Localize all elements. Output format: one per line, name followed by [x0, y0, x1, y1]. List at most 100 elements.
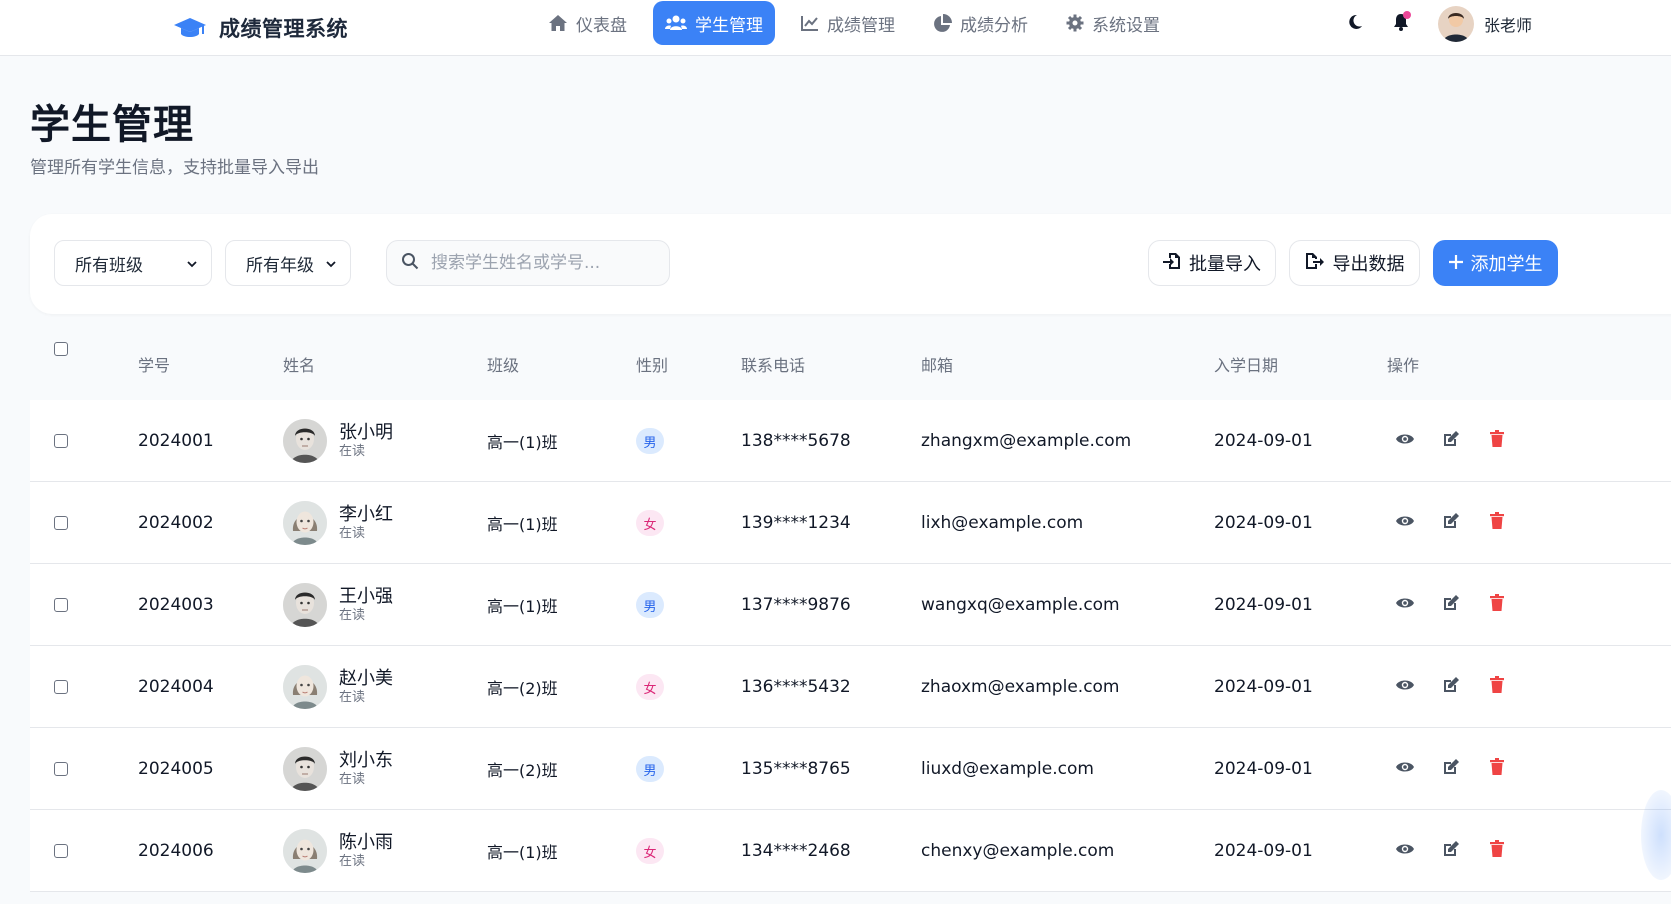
column-header-gender[interactable]: 性别 — [636, 352, 668, 376]
student-name: 刘小东 — [339, 750, 393, 771]
student-email: chenxy@example.com — [921, 841, 1115, 861]
edit-button[interactable] — [1441, 594, 1461, 615]
column-header-class[interactable]: 班级 — [487, 352, 519, 376]
avatar — [283, 747, 327, 791]
gender-cell: 男 — [636, 728, 664, 810]
view-button[interactable] — [1395, 595, 1415, 615]
edit-button[interactable] — [1441, 840, 1461, 861]
view-button[interactable] — [1395, 677, 1415, 697]
export-data-button[interactable]: 导出数据 — [1289, 240, 1420, 286]
nav-item-analysis[interactable]: 成绩分析 — [921, 1, 1040, 45]
file-import-icon — [1163, 252, 1181, 275]
column-header-id[interactable]: 学号 — [138, 352, 170, 376]
avatar — [283, 583, 327, 627]
name-block: 赵小美 在读 — [339, 668, 393, 706]
user-menu[interactable]: 张老师 — [1438, 6, 1532, 42]
view-button[interactable] — [1395, 841, 1415, 861]
row-checkbox[interactable] — [54, 762, 68, 776]
eye-icon — [1395, 677, 1415, 697]
brand[interactable]: 成绩管理系统 — [173, 10, 348, 46]
enroll-date: 2024-09-01 — [1214, 677, 1313, 697]
plus-icon — [1448, 253, 1463, 274]
gender-cell: 女 — [636, 482, 664, 564]
file-export-icon — [1305, 252, 1325, 275]
column-header-name[interactable]: 姓名 — [283, 352, 315, 376]
search-input[interactable] — [431, 253, 651, 273]
column-header-enroll-date[interactable]: 入学日期 — [1214, 352, 1278, 376]
row-checkbox[interactable] — [54, 680, 68, 694]
app-title: 成绩管理系统 — [219, 17, 348, 41]
eye-icon — [1395, 841, 1415, 861]
dark-mode-toggle[interactable] — [1340, 9, 1370, 39]
nav-item-grades[interactable]: 成绩管理 — [789, 1, 907, 45]
student-name-cell: 刘小东 在读 — [283, 728, 393, 810]
delete-button[interactable] — [1487, 676, 1507, 697]
student-email: zhaoxm@example.com — [921, 677, 1120, 697]
batch-import-button[interactable]: 批量导入 — [1148, 240, 1276, 286]
row-actions — [1395, 482, 1507, 564]
edit-button[interactable] — [1441, 430, 1461, 453]
chevron-down-icon — [187, 253, 197, 273]
student-class: 高一(1)班 — [487, 843, 558, 862]
edit-button[interactable] — [1441, 676, 1461, 699]
notifications-button[interactable] — [1386, 9, 1416, 39]
delete-button[interactable] — [1487, 758, 1507, 779]
table-row: 2024006 陈小雨 在读 高一(1)班 女 134****2468 chenxy@exa… — [30, 810, 1671, 892]
table-header: 学号 姓名 班级 性别 联系电话 邮箱 入学日期 操作 — [30, 328, 1671, 398]
student-class: 高一(2)班 — [487, 679, 558, 698]
page-subtitle: 管理所有学生信息，支持批量导入导出 — [30, 158, 319, 178]
student-name-cell: 张小明 在读 — [283, 400, 393, 482]
grade-filter-select[interactable]: 所有年级 — [225, 240, 351, 286]
page-title: 学生管理 — [30, 102, 194, 148]
row-checkbox[interactable] — [54, 516, 68, 530]
student-name-cell: 赵小美 在读 — [283, 646, 393, 728]
gender-cell: 女 — [636, 646, 664, 728]
gender-badge: 男 — [636, 592, 664, 618]
nav-item-settings[interactable]: 系统设置 — [1054, 1, 1172, 45]
batch-import-label: 批量导入 — [1189, 254, 1261, 275]
gender-cell: 女 — [636, 810, 664, 892]
row-select-cell — [54, 564, 68, 646]
delete-button[interactable] — [1487, 840, 1507, 861]
table-row: 2024001 张小明 在读 高一(1)班 男 138****5678 zhangxm@ex… — [30, 400, 1671, 482]
delete-button[interactable] — [1487, 430, 1507, 451]
select-all-checkbox[interactable] — [54, 342, 68, 356]
column-header-email[interactable]: 邮箱 — [921, 352, 953, 376]
column-header-phone[interactable]: 联系电话 — [741, 352, 805, 376]
edit-icon — [1442, 430, 1460, 453]
row-select-cell — [54, 810, 68, 892]
export-data-label: 导出数据 — [1332, 254, 1405, 275]
row-select-cell — [54, 482, 68, 564]
nav-item-students[interactable]: 学生管理 — [653, 1, 775, 45]
row-checkbox[interactable] — [54, 434, 68, 448]
add-student-button[interactable]: 添加学生 — [1433, 240, 1558, 286]
edit-button[interactable] — [1441, 512, 1461, 535]
table-row: 2024004 赵小美 在读 高一(2)班 女 136****5432 zhaoxm@exa… — [30, 646, 1671, 728]
table-row: 2024003 王小强 在读 高一(1)班 男 137****9876 wangxq@exa… — [30, 564, 1671, 646]
search-box — [386, 240, 670, 286]
student-phone: 134****2468 — [741, 841, 851, 861]
name-block: 刘小东 在读 — [339, 750, 393, 788]
nav-item-dashboard[interactable]: 仪表盘 — [536, 1, 639, 45]
main-nav: 仪表盘 学生管理 成绩管理 成绩分析 系统设置 — [536, 0, 1172, 46]
row-actions — [1395, 728, 1507, 810]
delete-button[interactable] — [1487, 512, 1507, 533]
nav-item-label: 成绩管理 — [827, 15, 895, 36]
class-filter-select[interactable]: 所有班级 — [54, 240, 212, 286]
edit-button[interactable] — [1441, 758, 1461, 779]
student-phone: 136****5432 — [741, 677, 851, 697]
edit-icon — [1442, 512, 1460, 535]
student-status: 在读 — [339, 526, 366, 541]
view-button[interactable] — [1395, 759, 1415, 779]
row-checkbox[interactable] — [54, 844, 68, 858]
student-name-cell: 王小强 在读 — [283, 564, 393, 646]
student-name-cell: 陈小雨 在读 — [283, 810, 393, 892]
edit-icon — [1442, 676, 1460, 699]
name-block: 王小强 在读 — [339, 586, 393, 624]
delete-button[interactable] — [1487, 594, 1507, 615]
grade-filter-value: 所有年级 — [246, 255, 314, 276]
row-checkbox[interactable] — [54, 598, 68, 612]
view-button[interactable] — [1395, 431, 1415, 451]
view-button[interactable] — [1395, 513, 1415, 533]
student-id: 2024004 — [138, 677, 214, 697]
